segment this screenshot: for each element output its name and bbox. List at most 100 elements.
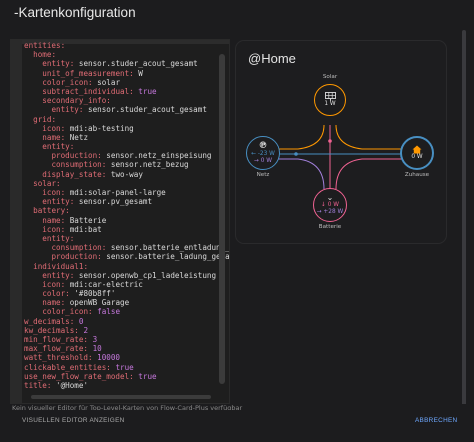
yaml-key: name: — [42, 298, 66, 308]
code-line[interactable]: min_flow_rate: 3 — [24, 335, 229, 344]
grid-node[interactable]: ℗ ← -23 W → 0 W — [246, 136, 280, 170]
code-line[interactable]: production: sensor.netz_einspeisung — [24, 151, 229, 161]
yaml-value: '@Home' — [51, 380, 89, 390]
code-line[interactable]: grid: — [24, 114, 229, 124]
flow-dot-grid — [294, 152, 298, 156]
code-line[interactable]: entity: sensor.pv_gesamt — [24, 197, 229, 207]
code-line[interactable]: entity: sensor.studer_acout_gesamt — [24, 105, 229, 114]
code-line[interactable]: icon: mdi:car-electric — [24, 279, 229, 289]
code-line[interactable]: entities: — [24, 41, 229, 50]
card-configuration-dialog: -Kartenkonfiguration entities: home: ent… — [0, 0, 474, 442]
code-line[interactable]: watt_threshold: 10000 — [24, 353, 229, 362]
flow-dot-solar — [328, 139, 332, 143]
code-line[interactable]: icon: mdi:ab-testing — [24, 124, 229, 133]
yaml-value: 10 — [88, 344, 102, 354]
code-line[interactable]: clickable_entities: true — [24, 362, 229, 372]
yaml-key: consumption: — [51, 243, 107, 253]
yaml-key: entity: — [42, 270, 75, 280]
yaml-value: sensor.pv_gesamt — [74, 197, 153, 207]
editor-horizontal-scrollbar[interactable] — [31, 395, 211, 399]
code-line[interactable]: name: openWB Garage — [24, 298, 229, 308]
code-line[interactable]: secondary_info: — [24, 96, 229, 105]
solar-label: Solar — [322, 74, 338, 80]
code-line[interactable]: title: '@Home' — [24, 380, 229, 390]
code-line[interactable]: w_decimals: 0 — [24, 317, 229, 326]
yaml-value: sensor.netz_einspeisung — [101, 151, 212, 161]
yaml-code-editor[interactable]: entities: home: entity: sensor.studer_ac… — [10, 39, 230, 404]
code-line[interactable]: max_flow_rate: 10 — [24, 344, 229, 354]
yaml-value: false — [92, 307, 121, 317]
flow-card-preview[interactable]: @Home Solar 1 W ℗ ← -23 W → 0 W Netz 0 W… — [236, 41, 446, 243]
yaml-value: Batterie — [65, 215, 107, 225]
yaml-value: sensor.batterie_ladung_gesam — [101, 252, 230, 262]
code-line[interactable]: name: Netz — [24, 132, 229, 142]
cancel-button[interactable]: ABBRECHEN — [415, 417, 457, 424]
code-line[interactable]: home: — [24, 50, 229, 59]
battery-node[interactable]: ⌄ ↓ 0 W → +28 W — [313, 188, 347, 222]
code-line[interactable]: color_icon: solar — [24, 77, 229, 87]
dialog-scrollbar[interactable] — [462, 30, 466, 410]
code-line[interactable]: individual1: — [24, 262, 229, 271]
yaml-value: sensor.studer_acout_gesamt — [74, 59, 198, 69]
editor-vertical-scrollbar[interactable] — [219, 54, 225, 384]
yaml-value: Netz — [65, 132, 89, 142]
yaml-value: true — [110, 362, 134, 372]
code-line[interactable]: subtract_individual: true — [24, 86, 229, 96]
code-line[interactable]: display_state: two-way — [24, 170, 229, 179]
home-label: Zuhause — [404, 172, 430, 178]
code-line[interactable]: name: Batterie — [24, 215, 229, 225]
code-line[interactable]: color: '#80b8ff' — [24, 289, 229, 299]
yaml-value: sensor.batterie_entladung_ge — [106, 243, 230, 253]
yaml-key: color: — [42, 289, 70, 299]
code-line[interactable]: unit_of_measurement: W — [24, 68, 229, 78]
yaml-key: subtract_individual: — [42, 86, 134, 96]
yaml-key: production: — [51, 252, 102, 262]
yaml-key: color_icon: — [42, 307, 93, 317]
yaml-value: sensor.openwb_cp1_ladeleistung — [74, 270, 217, 280]
yaml-code[interactable]: entities: home: entity: sensor.studer_ac… — [24, 41, 230, 390]
code-line[interactable]: kw_decimals: 2 — [24, 326, 229, 335]
code-line[interactable]: consumption: sensor.batterie_entladung_g… — [24, 243, 230, 253]
code-line[interactable]: icon: mdi:bat — [24, 225, 229, 234]
solar-panel-icon — [324, 92, 336, 101]
yaml-key: name: — [42, 215, 66, 225]
flow-line-battery-home — [335, 158, 404, 190]
code-line[interactable]: production: sensor.batterie_ladung_gesam — [24, 252, 230, 262]
code-line[interactable]: use_new_flow_rate_model: true — [24, 372, 229, 381]
show-visual-editor-button[interactable]: VISUELLEN EDITOR ANZEIGEN — [22, 417, 125, 424]
battery-label: Batterie — [318, 224, 342, 230]
code-line[interactable]: entity: sensor.studer_acout_gesamt — [24, 59, 229, 69]
code-line[interactable]: icon: mdi:solar-panel-large — [24, 188, 229, 197]
code-line[interactable]: consumption: sensor.netz_bezug — [24, 160, 229, 169]
home-node[interactable]: 0 W — [400, 136, 434, 170]
yaml-key: color_icon: — [42, 77, 93, 87]
flow-line-solar-home — [335, 124, 404, 150]
solar-node[interactable]: 1 W — [314, 84, 346, 116]
code-line[interactable]: battery: — [24, 206, 229, 215]
yaml-key: grid: — [33, 114, 57, 124]
yaml-value: W — [133, 68, 143, 78]
code-line[interactable]: entity: — [24, 142, 229, 151]
ab-testing-icon: ℗ — [258, 140, 268, 151]
yaml-value: mdi:car-electric — [65, 279, 143, 289]
code-line[interactable]: solar: — [24, 179, 229, 188]
code-line[interactable]: color_icon: false — [24, 307, 229, 317]
yaml-value: solar — [92, 77, 121, 87]
code-line[interactable]: entity: — [24, 234, 229, 243]
code-line[interactable]: entity: sensor.openwb_cp1_ladeleistung — [24, 270, 229, 280]
solar-value: 1 W — [324, 101, 336, 107]
yaml-key: unit_of_measurement: — [42, 68, 134, 78]
